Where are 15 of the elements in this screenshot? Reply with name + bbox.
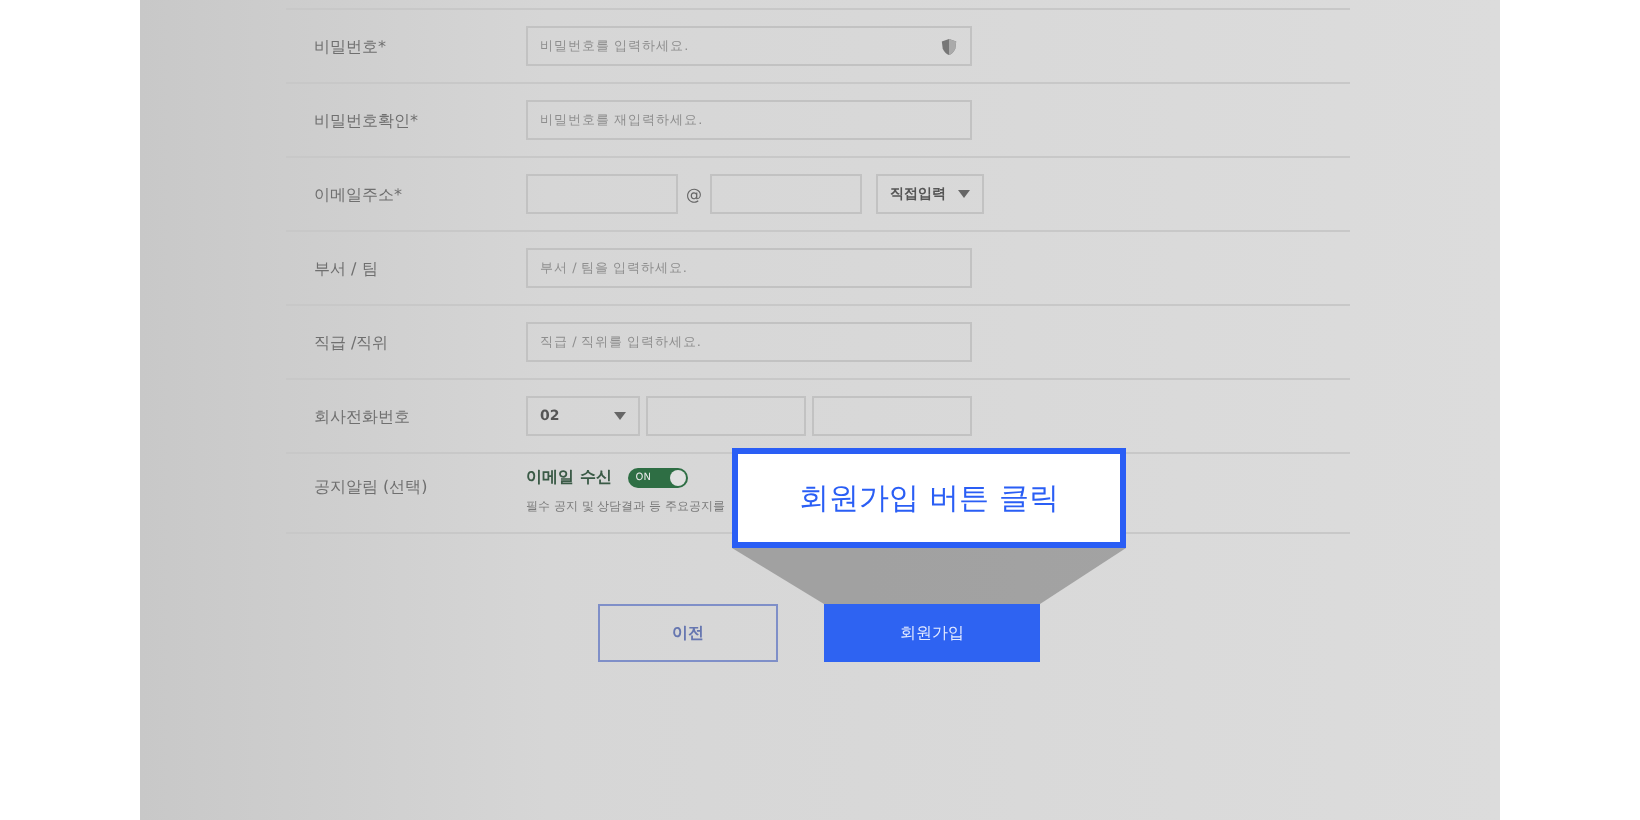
toggle-label: 이메일 수신 — [526, 466, 612, 488]
field-label: 회사전화번호 — [312, 405, 412, 427]
signup-button[interactable]: 회원가입 — [824, 604, 1040, 662]
field-label: 공지알림 (선택) — [312, 476, 430, 498]
field-label: 비밀번호확인* — [312, 109, 420, 131]
field-label: 이메일주소* — [312, 183, 404, 205]
at-sign: @ — [686, 185, 702, 203]
field-label: 부서 / 팀 — [312, 257, 380, 279]
field-label: 비밀번호* — [312, 35, 388, 57]
callout-box: 회원가입 버튼 클릭 — [732, 448, 1126, 548]
shield-icon[interactable] — [940, 37, 958, 55]
caret-icon — [958, 190, 970, 198]
field-label: 직급 /직위 — [312, 331, 391, 353]
back-button[interactable]: 이전 — [598, 604, 778, 662]
caret-icon — [614, 412, 626, 420]
